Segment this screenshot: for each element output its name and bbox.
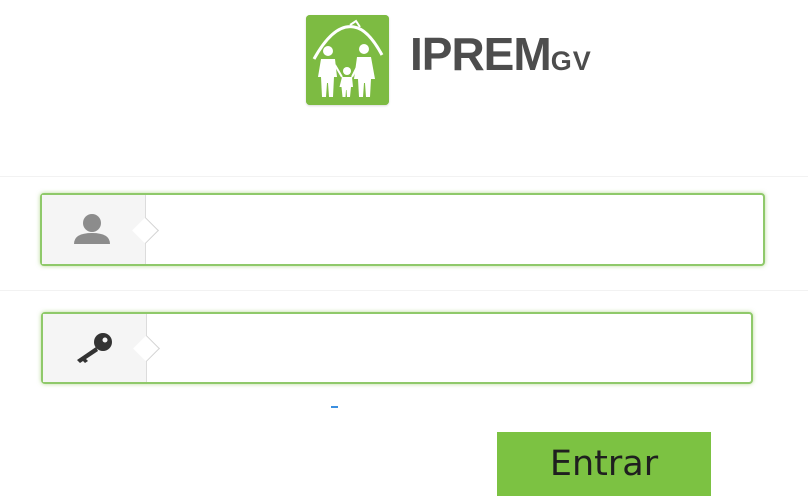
password-addon (43, 314, 160, 382)
username-field[interactable] (40, 193, 765, 266)
key-icon (67, 328, 119, 368)
password-input[interactable] (161, 314, 743, 382)
logo-name-sub: GV (550, 46, 592, 76)
login-page: IPREMGV Entrar (0, 0, 808, 498)
logo-family-icon (306, 15, 389, 105)
divider (0, 290, 808, 291)
focus-indicator (331, 406, 338, 408)
login-submit-button[interactable]: Entrar (497, 432, 711, 496)
chevron-right-icon (133, 335, 160, 362)
password-field[interactable] (41, 312, 753, 384)
chevron-right-icon (132, 216, 159, 244)
username-input[interactable] (160, 195, 755, 264)
logo-name-main: IPREM (410, 28, 552, 80)
logo-wordmark: IPREMGV (410, 31, 592, 77)
username-addon (42, 195, 159, 264)
divider (0, 176, 808, 177)
user-icon (66, 210, 118, 250)
